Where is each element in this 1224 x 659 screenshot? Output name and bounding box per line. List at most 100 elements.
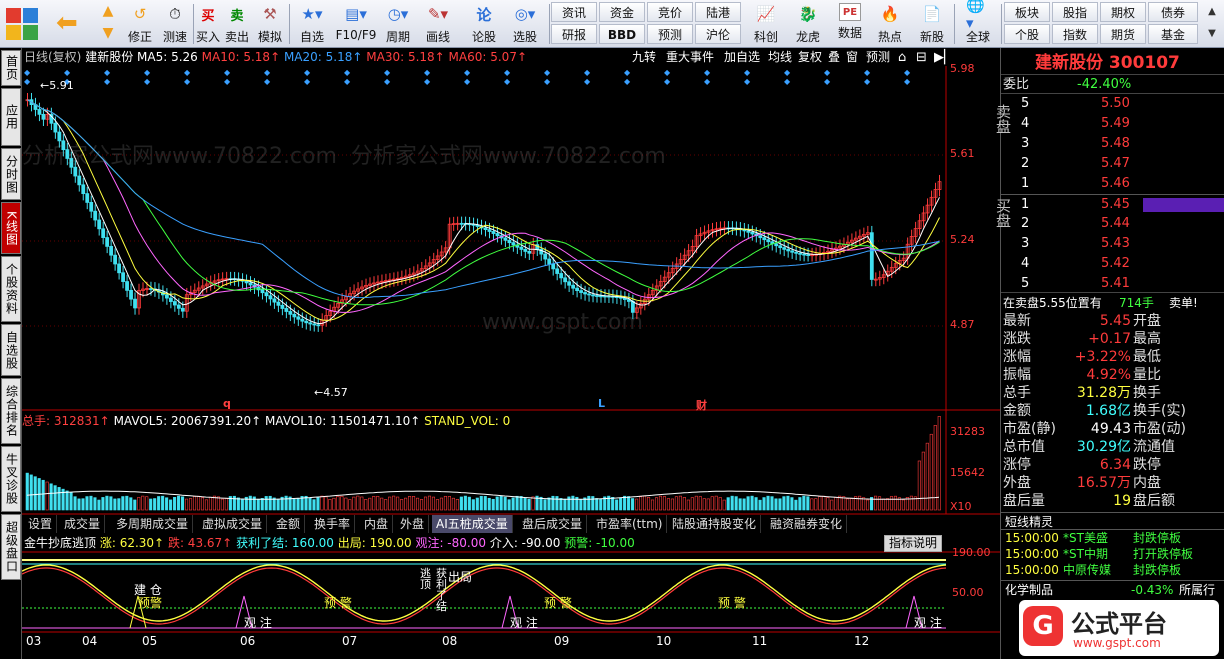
tab-inner[interactable]: 内盘 xyxy=(360,515,394,533)
global-button[interactable]: 🌐▾ 全球 xyxy=(958,0,998,46)
buy-level-row[interactable]: 5 5.41 xyxy=(1001,274,1224,294)
sell-button[interactable]: 卖卖出 xyxy=(224,2,250,46)
toolbar-link-jingjia[interactable]: 竞价 xyxy=(647,2,693,22)
watchlist-button[interactable]: ★▾ 自选 xyxy=(292,2,332,46)
period-button[interactable]: ◷▾ 周期 xyxy=(380,2,416,46)
window-button[interactable]: 窗 xyxy=(846,49,858,66)
simulate-button[interactable]: ⚒ 模拟 xyxy=(254,2,286,46)
f10-button[interactable]: ▤▾ F10/F9 xyxy=(334,2,378,46)
up-arrow-icon[interactable]: ▲ xyxy=(98,3,118,23)
sell-level-row[interactable]: 5 5.50 xyxy=(1001,94,1224,114)
windows-logo-icon[interactable] xyxy=(6,8,38,40)
toolbar-link-qiquan[interactable]: 期权 xyxy=(1100,2,1146,22)
toolbar-link-bankuai[interactable]: 板块 xyxy=(1004,2,1050,22)
tab-after-hours-volume[interactable]: 盘后成交量 xyxy=(518,515,588,533)
toolbar-link-yanbao[interactable]: 研报 xyxy=(551,24,597,44)
indicator-name[interactable]: 金牛抄底逃顶 xyxy=(24,536,96,550)
toolbar-link-zijin[interactable]: 资金 xyxy=(599,2,645,22)
toolbar-link-yuce[interactable]: 预测 xyxy=(647,24,693,44)
news-row[interactable]: 15:00:00 *ST中期 打开跌停板 xyxy=(1003,546,1224,562)
scroll-down-icon[interactable]: ▼ xyxy=(1204,24,1220,44)
tab-timeshare[interactable]: 分时图 xyxy=(1,148,21,200)
tab-home[interactable]: 首页 xyxy=(1,50,21,86)
volume-bar xyxy=(881,498,886,511)
sell-level-row[interactable]: 3 5.48 xyxy=(1001,134,1224,154)
toolbar-link-zhaiquan[interactable]: 债券 xyxy=(1148,2,1198,22)
home-icon[interactable]: ⌂ xyxy=(898,49,906,66)
split-icon[interactable]: ⊟ xyxy=(916,49,927,66)
event-marker-finance[interactable]: 财 xyxy=(696,397,707,413)
dragon-tiger-button[interactable]: 🐉 龙虎 xyxy=(788,2,828,46)
toolbar-link-bbd[interactable]: BBD xyxy=(599,24,645,44)
toolbar-link-qihuo[interactable]: 期货 xyxy=(1100,24,1146,44)
ma-button[interactable]: 均线 xyxy=(768,49,792,66)
tab-margin-change[interactable]: 融资融券变化 xyxy=(766,515,848,533)
tab-amount[interactable]: 金额 xyxy=(272,515,306,533)
overlay-button[interactable]: 叠 xyxy=(828,49,840,66)
toolbar-link-zhishu[interactable]: 指数 xyxy=(1052,24,1098,44)
sell-level-row[interactable]: 4 5.49 xyxy=(1001,114,1224,134)
speed-test-button[interactable]: ⏱ 测速 xyxy=(158,2,192,46)
tab-northbound-holding[interactable]: 陆股通持股变化 xyxy=(668,515,762,533)
volume-bar xyxy=(650,499,655,511)
hot-button[interactable]: 🔥 热点 xyxy=(872,2,908,46)
sector-row[interactable]: 化学制品 -0.43% 所属行业 xyxy=(1001,580,1224,615)
tab-kline[interactable]: K线图 xyxy=(1,202,21,254)
sell-level-row[interactable]: 2 5.47 xyxy=(1001,154,1224,174)
tab-apps[interactable]: 应用 xyxy=(1,88,21,146)
major-events-button[interactable]: 重大事件 xyxy=(666,49,714,66)
kline-chart-canvas[interactable]: ◆ ◆ ◆ ◆ ◆ ◆ ◆ ◆ ◆ ◆ ◆ ◆ ◆ ◆ ◆ ◆ ◆ ◆ ◆ ◆ ◆ ◆ ◆◆ ◆ ◆ ◆ ◆ ◆ ◆ ◆ ◆ ◆ ◆ ◆ ◆ ◆ ◆ ◆ ◆… xyxy=(22,48,1000,659)
toolbar-link-jijin[interactable]: 基金 xyxy=(1148,24,1198,44)
tab-stock-info[interactable]: 个股资料 xyxy=(1,256,21,322)
kechuang-button[interactable]: 📈 科创 xyxy=(748,2,784,46)
tab-volume[interactable]: 成交量 xyxy=(60,515,106,533)
buy-button[interactable]: 买买入 xyxy=(195,2,221,46)
news-row[interactable]: 15:00:00 中原传媒 封跌停板 xyxy=(1003,562,1224,578)
buy-level-row[interactable]: 1 5.45 xyxy=(1001,194,1224,214)
tab-multi-period-volume[interactable]: 多周期成交量 xyxy=(112,515,194,533)
tab-outer[interactable]: 外盘 xyxy=(396,515,430,533)
toolbar-link-guzhi[interactable]: 股指 xyxy=(1052,2,1098,22)
adjust-button[interactable]: 复权 xyxy=(798,49,822,66)
kline-chart-area[interactable]: ◆ ◆ ◆ ◆ ◆ ◆ ◆ ◆ ◆ ◆ ◆ ◆ ◆ ◆ ◆ ◆ ◆ ◆ ◆ ◆ ◆ ◆ ◆ ◆ ◆ ◆ ◆ ◆ ◆ ◆ ◆ ◆ ◆ ◆ ◆ ◆ ◆ ◆ ◆ ◆… xyxy=(22,48,1000,659)
indicator-help-button[interactable]: 指标说明 xyxy=(884,535,943,552)
toolbar-link-zixun[interactable]: 资讯 xyxy=(551,2,597,22)
tab-settings[interactable]: 设置 xyxy=(24,515,58,533)
fix-button[interactable]: ↺ 修正 xyxy=(123,2,157,46)
add-watchlist-button[interactable]: 加自选 xyxy=(724,49,760,66)
event-marker-q[interactable]: q xyxy=(223,397,231,410)
buy-level-row[interactable]: 4 5.42 xyxy=(1001,254,1224,274)
buy-level-row[interactable]: 3 5.43 xyxy=(1001,234,1224,254)
back-arrow-icon[interactable]: ⬅ xyxy=(56,10,86,36)
tab-pe-ttm[interactable]: 市盈率(ttm) xyxy=(592,515,668,533)
tab-turnover[interactable]: 换手率 xyxy=(310,515,356,533)
tab-diagnosis[interactable]: 牛叉诊股 xyxy=(1,446,21,512)
nine-turn-button[interactable]: 九转 xyxy=(632,49,656,66)
new-stock-button[interactable]: 📄 新股 xyxy=(914,2,950,46)
tab-watchlist[interactable]: 自选股 xyxy=(1,324,21,376)
draw-line-button[interactable]: ✎▾ 画线 xyxy=(420,2,456,46)
event-marker-l[interactable]: L xyxy=(598,397,605,410)
down-arrow-icon[interactable]: ▼ xyxy=(98,25,118,45)
sell-level-row[interactable]: 1 5.46 xyxy=(1001,174,1224,194)
toolbar-link-gegu[interactable]: 个股 xyxy=(1004,24,1050,44)
tab-ai-volume[interactable]: AI五桩成交量 xyxy=(432,515,513,533)
forum-button[interactable]: 论论股 xyxy=(466,2,502,46)
short-term-genie-title[interactable]: 短线精灵 xyxy=(1001,512,1224,530)
news-row[interactable]: 15:00:00 *ST美盛 封跌停板 xyxy=(1003,530,1224,546)
tab-ranking[interactable]: 综合排名 xyxy=(1,378,21,444)
scroll-up-icon[interactable]: ▲ xyxy=(1204,2,1220,22)
stock-picker-button[interactable]: ◎▾ 选股 xyxy=(505,2,545,46)
toolbar-link-lugang[interactable]: 陆港 xyxy=(695,2,741,22)
level-number: 3 xyxy=(1021,236,1030,251)
period-label[interactable]: 日线(复权) xyxy=(24,50,81,64)
buy-level-row[interactable]: 2 5.44 xyxy=(1001,214,1224,234)
news-stock: *ST美盛 xyxy=(1063,531,1108,545)
forecast-button[interactable]: 预测 xyxy=(866,49,890,66)
volume-bar xyxy=(328,499,332,511)
candle-body xyxy=(567,281,572,286)
data-button[interactable]: PE 数据 xyxy=(832,2,868,46)
tab-super-orderbook[interactable]: 超级盘口 xyxy=(1,514,21,580)
tab-virtual-volume[interactable]: 虚拟成交量 xyxy=(198,515,268,533)
toolbar-link-hulun[interactable]: 沪伦 xyxy=(695,24,741,44)
